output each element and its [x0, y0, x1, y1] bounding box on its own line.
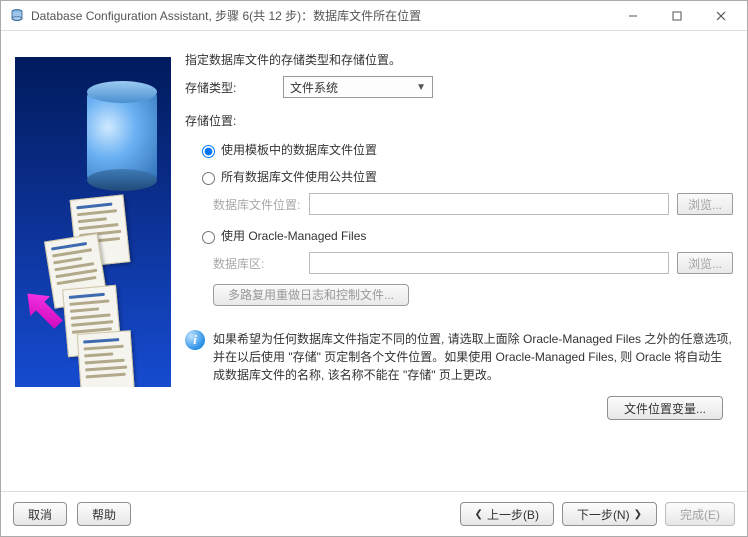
radio-omf-label: 使用 Oracle-Managed Files [221, 227, 366, 244]
wizard-illustration [15, 57, 171, 387]
radio-common-input[interactable] [202, 172, 215, 185]
back-button[interactable]: ❮ 上一步(B) [460, 502, 554, 526]
info-panel: i 如果希望为任何数据库文件指定不同的位置, 请选取上面除 Oracle-Man… [185, 330, 733, 384]
common-location-input [309, 193, 669, 215]
storage-type-select[interactable]: 文件系统 ▼ [283, 76, 433, 98]
main-panel: 指定数据库文件的存储类型和存储位置。 存储类型: 文件系统 ▼ 存储位置: 使用… [185, 51, 733, 481]
multiplex-redo-button: 多路复用重做日志和控制文件... [213, 284, 409, 306]
finish-button: 完成(E) [665, 502, 735, 526]
file-location-variables-button[interactable]: 文件位置变量... [607, 396, 723, 420]
browse-omf-button: 浏览... [677, 252, 733, 274]
storage-location-label: 存储位置: [185, 112, 733, 129]
browse-common-button: 浏览... [677, 193, 733, 215]
dbca-window: Database Configuration Assistant, 步骤 6(共… [0, 0, 748, 537]
back-label: 上一步(B) [487, 506, 539, 523]
radio-template-label: 使用模板中的数据库文件位置 [221, 141, 377, 158]
chevron-down-icon: ▼ [416, 82, 426, 93]
omf-area-field-label: 数据库区: [213, 255, 301, 272]
next-button[interactable]: 下一步(N) ❯ [562, 502, 657, 526]
common-location-field-label: 数据库文件位置: [213, 196, 301, 213]
chevron-right-icon: ❯ [634, 509, 642, 520]
minimize-button[interactable] [611, 2, 655, 30]
help-button[interactable]: 帮助 [77, 502, 131, 526]
page-description: 指定数据库文件的存储类型和存储位置。 [185, 51, 733, 68]
radio-common-label: 所有数据库文件使用公共位置 [221, 168, 377, 185]
radio-omf-input[interactable] [202, 231, 215, 244]
info-text: 如果希望为任何数据库文件指定不同的位置, 请选取上面除 Oracle-Manag… [213, 330, 733, 384]
chevron-left-icon: ❮ [475, 509, 483, 520]
radio-common-location[interactable]: 所有数据库文件使用公共位置 [197, 168, 733, 185]
titlebar: Database Configuration Assistant, 步骤 6(共… [1, 1, 747, 31]
omf-area-input [309, 252, 669, 274]
next-label: 下一步(N) [577, 506, 630, 523]
body: 指定数据库文件的存储类型和存储位置。 存储类型: 文件系统 ▼ 存储位置: 使用… [1, 31, 747, 491]
close-button[interactable] [699, 2, 743, 30]
storage-type-label: 存储类型: [185, 79, 283, 96]
maximize-button[interactable] [655, 2, 699, 30]
window-controls [611, 2, 743, 30]
info-icon: i [185, 330, 205, 350]
storage-type-value: 文件系统 [290, 79, 338, 96]
radio-template-location[interactable]: 使用模板中的数据库文件位置 [197, 141, 733, 158]
radio-omf[interactable]: 使用 Oracle-Managed Files [197, 227, 733, 244]
cancel-button[interactable]: 取消 [13, 502, 67, 526]
app-icon [9, 8, 25, 24]
window-title: Database Configuration Assistant, 步骤 6(共… [31, 7, 611, 24]
wizard-footer: 取消 帮助 ❮ 上一步(B) 下一步(N) ❯ 完成(E) [1, 491, 747, 536]
radio-template-input[interactable] [202, 145, 215, 158]
